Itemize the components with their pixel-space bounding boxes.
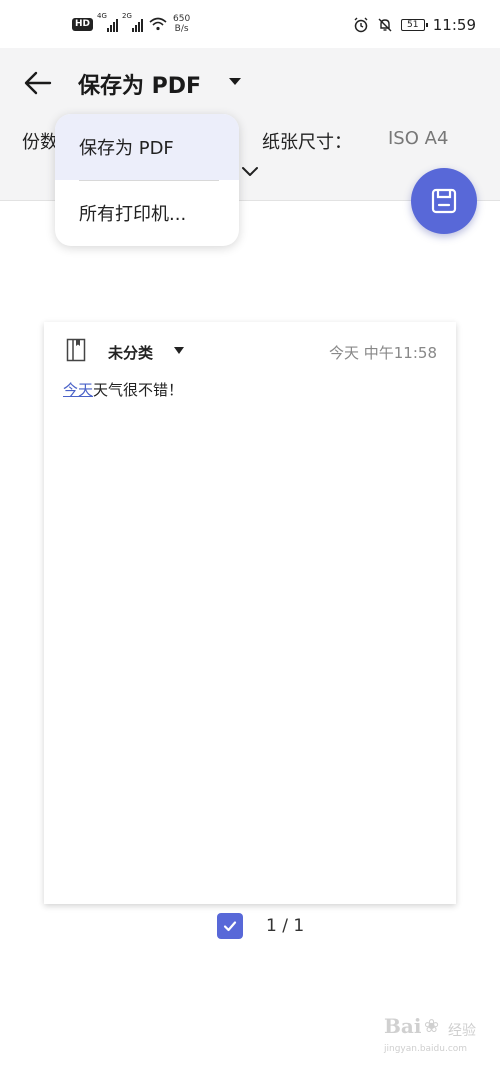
status-bar: HD 4G 2G 650 B/s 51 11:59 [0, 0, 500, 48]
note-date-link: 今天 [63, 381, 94, 399]
hd-badge: HD [72, 17, 94, 31]
paper-size-label: 纸张尺寸： [262, 132, 352, 153]
status-left-group: HD 4G 2G 650 B/s [72, 12, 190, 34]
note-category: 未分类 [108, 344, 154, 362]
menu-item-save-pdf[interactable]: 保存为 PDF [55, 114, 239, 180]
chevron-down-icon[interactable] [240, 164, 260, 178]
watermark-brand: Bai [384, 1014, 422, 1038]
note-body: 今天天气很不错！ [63, 379, 183, 400]
wifi-icon [149, 17, 167, 31]
alarm-icon [354, 17, 368, 33]
baidu-jingyan-watermark: Bai ❀ 经验 jingyan.baidu.com [384, 1014, 488, 1058]
copies-label: 份数 [22, 132, 58, 153]
back-arrow-icon[interactable] [20, 65, 56, 101]
signal-2g-icon: 2G [122, 12, 144, 32]
paw-icon: ❀ [424, 1016, 440, 1037]
net-speed-value: 650 [173, 14, 191, 24]
net-speed-unit: B/s [174, 24, 189, 34]
signal-4g-icon: 4G [97, 12, 119, 32]
save-pdf-button[interactable] [411, 168, 477, 234]
status-time: 11:59 [432, 16, 476, 34]
page-counter: 1 / 1 [266, 916, 305, 936]
watermark-url: jingyan.baidu.com [384, 1044, 468, 1054]
battery-icon: 51 [400, 19, 428, 31]
print-preview-page[interactable]: 未分类 今天 中午11:58 今天天气很不错！ [44, 322, 456, 904]
notebook-icon [66, 338, 86, 362]
watermark-brand-cn: 经验 [448, 1023, 476, 1039]
signal-2g-tag: 2G [122, 12, 132, 20]
note-text: 天气很不错！ [93, 381, 184, 399]
paper-size-value[interactable]: ISO A4 [388, 128, 448, 149]
signal-4g-tag: 4G [97, 12, 107, 20]
menu-item-all-printers[interactable]: 所有打印机... [55, 180, 239, 246]
note-timestamp: 今天 中午11:58 [329, 344, 437, 362]
status-right-group: 51 11:59 [353, 16, 476, 34]
bell-off-icon [378, 18, 392, 32]
printer-dropdown-menu: 保存为 PDF 所有打印机... [55, 114, 239, 246]
save-icon [431, 188, 457, 214]
checkbox-icon [223, 921, 237, 932]
net-speed: 650 B/s [173, 14, 190, 34]
dropdown-caret-icon[interactable] [229, 78, 241, 85]
category-caret-icon [174, 347, 184, 354]
printer-select-title[interactable]: 保存为 PDF [78, 68, 201, 100]
page-select-checkbox[interactable] [217, 913, 243, 939]
battery-level: 51 [407, 20, 419, 30]
